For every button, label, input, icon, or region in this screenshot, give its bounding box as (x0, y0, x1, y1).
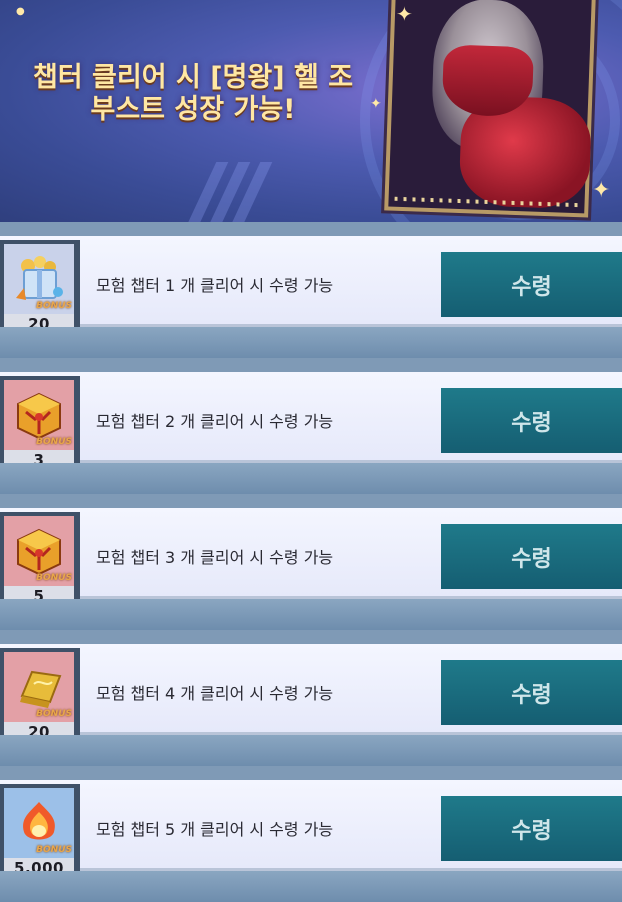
gold-bar-icon (14, 662, 64, 712)
row-divider-strip (0, 358, 622, 372)
gold-cube-icon (14, 526, 64, 576)
claim-button[interactable]: 수령 (441, 796, 622, 861)
mission-row: BONUS 5 모험 챕터 3 개 클리어 시 수령 가능 수령 (0, 494, 622, 630)
row-divider-strip (0, 630, 622, 644)
banner-headline-line2: 부스트 성장 가능! (90, 94, 296, 125)
mission-list: BONUS 20 모험 챕터 1 개 클리어 시 수령 가능 수령 BONUS … (0, 222, 622, 902)
reward-thumbnail-frame: BONUS 20 (4, 244, 74, 334)
reward-thumbnail: BONUS 5,000 (0, 784, 80, 882)
bonus-label: BONUS (36, 573, 72, 583)
banner-headline-line1: 챕터 클리어 시 [명왕] 헬 조 (32, 62, 354, 93)
event-banner: ● ✦ ✦ 챕터 클리어 시 [명왕] 헬 조 부스트 성장 가능! ✦ (0, 0, 622, 222)
row-lower-strip (0, 463, 622, 494)
mission-card: BONUS 5 모험 챕터 3 개 클리어 시 수령 가능 수령 (0, 508, 622, 610)
claim-button[interactable]: 수령 (441, 252, 622, 317)
row-lower-strip (0, 871, 622, 902)
banner-headline: 챕터 클리어 시 [명왕] 헬 조 부스트 성장 가능! (10, 62, 376, 126)
mission-card: BONUS 3 모험 챕터 2 개 클리어 시 수령 가능 수령 (0, 372, 622, 474)
row-divider-strip (0, 222, 622, 236)
bonus-label: BONUS (36, 301, 72, 311)
hero-portrait (384, 0, 596, 218)
mission-card: BONUS 5,000 모험 챕터 5 개 클리어 시 수령 가능 수령 (0, 780, 622, 882)
reward-thumbnail: BONUS 3 (0, 376, 80, 474)
blue-gift-box-icon (14, 254, 64, 304)
bonus-label: BONUS (36, 437, 72, 447)
mission-row: BONUS 3 모험 챕터 2 개 클리어 시 수령 가능 수령 (0, 358, 622, 494)
gold-cube-icon (14, 390, 64, 440)
mission-description: 모험 챕터 4 개 클리어 시 수령 가능 (96, 684, 334, 703)
reward-thumbnail: BONUS 5 (0, 512, 80, 610)
bonus-label: BONUS (36, 845, 72, 855)
claim-button[interactable]: 수령 (441, 524, 622, 589)
claim-button[interactable]: 수령 (441, 388, 622, 453)
mission-card: BONUS 20 모험 챕터 1 개 클리어 시 수령 가능 수령 (0, 236, 622, 338)
bonus-label: BONUS (36, 709, 72, 719)
mission-row: BONUS 5,000 모험 챕터 5 개 클리어 시 수령 가능 수령 (0, 766, 622, 902)
mission-row: BONUS 20 모험 챕터 4 개 클리어 시 수령 가능 수령 (0, 630, 622, 766)
reward-thumbnail-frame: BONUS 5,000 (4, 788, 74, 878)
fire-gem-icon (14, 798, 64, 848)
reward-thumbnail-frame: BONUS 20 (4, 652, 74, 742)
mission-description: 모험 챕터 5 개 클리어 시 수령 가능 (96, 820, 334, 839)
sparkle-icon: ● (16, 6, 25, 17)
reward-thumbnail: BONUS 20 (0, 648, 80, 746)
reward-thumbnail: BONUS 20 (0, 240, 80, 338)
sparkle-icon: ✦ (396, 2, 413, 26)
reward-thumbnail-frame: BONUS 5 (4, 516, 74, 606)
mission-description: 모험 챕터 1 개 클리어 시 수령 가능 (96, 276, 334, 295)
row-divider-strip (0, 494, 622, 508)
row-divider-strip (0, 766, 622, 780)
mission-card: BONUS 20 모험 챕터 4 개 클리어 시 수령 가능 수령 (0, 644, 622, 746)
row-lower-strip (0, 327, 622, 358)
mission-description: 모험 챕터 3 개 클리어 시 수령 가능 (96, 548, 334, 567)
reward-thumbnail-frame: BONUS 3 (4, 380, 74, 470)
sparkle-icon: ✦ (592, 178, 611, 203)
mission-description: 모험 챕터 2 개 클리어 시 수령 가능 (96, 412, 334, 431)
claim-button[interactable]: 수령 (441, 660, 622, 725)
row-lower-strip (0, 735, 622, 766)
row-lower-strip (0, 599, 622, 630)
mission-row: BONUS 20 모험 챕터 1 개 클리어 시 수령 가능 수령 (0, 222, 622, 358)
